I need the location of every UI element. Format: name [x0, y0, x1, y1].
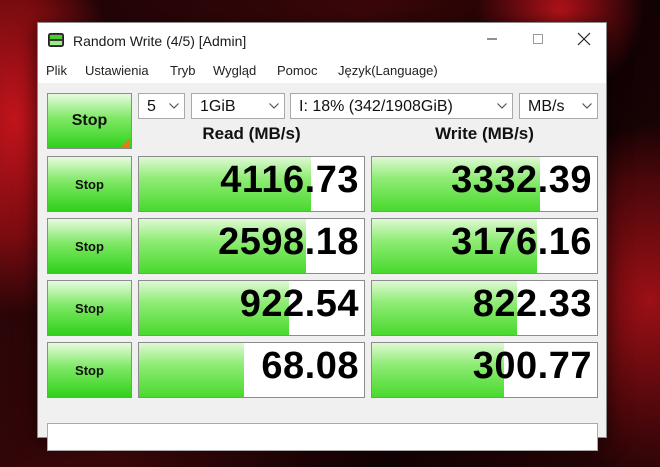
drive-value: I: 18% (342/1908GiB) — [299, 98, 453, 115]
row-1-write-value: 3332.39 — [451, 159, 592, 201]
close-icon — [577, 32, 591, 51]
row-4-write-cell: 300.77 — [371, 342, 598, 398]
row-1-stop-button[interactable]: Stop — [47, 156, 132, 212]
minimize-icon — [486, 32, 498, 50]
drive-select[interactable]: I: 18% (342/1908GiB) — [290, 93, 513, 119]
row-2-write-value: 3176.16 — [451, 221, 592, 263]
row-3-write-cell: 822.33 — [371, 280, 598, 336]
test-size-select[interactable]: 1GiB — [191, 93, 285, 119]
row-3-write-value: 822.33 — [472, 283, 592, 325]
row-3-stop-label: Stop — [75, 300, 104, 316]
menu-plik[interactable]: Plik — [46, 63, 67, 78]
row-2-stop-label: Stop — [75, 238, 104, 254]
chevron-down-icon — [577, 94, 597, 118]
maximize-button[interactable] — [515, 23, 561, 59]
test-size-value: 1GiB — [200, 98, 236, 115]
row-4-read-value: 68.08 — [261, 345, 359, 387]
read-header: Read (MB/s) — [202, 124, 301, 143]
row-3-read-value: 922.54 — [239, 283, 359, 325]
menu-tryb[interactable]: Tryb — [170, 63, 196, 78]
window-title: Random Write (4/5) [Admin] — [73, 33, 247, 49]
row-4-read-cell: 68.08 — [138, 342, 365, 398]
corner-marker — [121, 138, 130, 147]
stop-all-label: Stop — [71, 112, 108, 129]
row-1-read-cell: 4116.73 — [138, 156, 365, 212]
row-4-stop-label: Stop — [75, 362, 104, 378]
menu-pomoc[interactable]: Pomoc — [277, 63, 317, 78]
menu-jezyk[interactable]: Język(Language) — [338, 63, 438, 78]
row-4-stop-button[interactable]: Stop — [47, 342, 132, 398]
app-icon — [48, 33, 64, 47]
status-bar — [47, 423, 598, 451]
row-1-write-cell: 3332.39 — [371, 156, 598, 212]
chevron-down-icon — [264, 94, 284, 118]
chevron-down-icon — [492, 94, 512, 118]
write-header: Write (MB/s) — [435, 124, 534, 143]
app-window: Random Write (4/5) [Admin] Plik Ustawien… — [37, 22, 607, 451]
close-button[interactable] — [561, 23, 607, 59]
test-count-value: 5 — [147, 98, 156, 115]
unit-select[interactable]: MB/s — [519, 93, 598, 119]
row-2-write-cell: 3176.16 — [371, 218, 598, 274]
minimize-button[interactable] — [469, 23, 515, 59]
row-4-read-bar — [139, 343, 244, 397]
row-1-stop-label: Stop — [75, 176, 104, 192]
title-bar[interactable]: Random Write (4/5) [Admin] — [38, 23, 606, 59]
stop-all-button[interactable]: Stop — [47, 93, 132, 149]
row-2-read-cell: 2598.18 — [138, 218, 365, 274]
menu-bar: Plik Ustawienia Tryb Wygląd Pomoc Język(… — [38, 59, 606, 83]
maximize-icon — [532, 32, 544, 50]
row-2-read-value: 2598.18 — [218, 221, 359, 263]
row-4-write-value: 300.77 — [472, 345, 592, 387]
row-3-stop-button[interactable]: Stop — [47, 280, 132, 336]
benchmark-panel: Stop 5 1GiB I: 18% (342/1908GiB) MB/s Re… — [38, 83, 606, 451]
menu-ustawienia[interactable]: Ustawienia — [85, 63, 149, 78]
row-3-read-cell: 922.54 — [138, 280, 365, 336]
unit-value: MB/s — [528, 98, 565, 115]
row-2-stop-button[interactable]: Stop — [47, 218, 132, 274]
test-count-select[interactable]: 5 — [138, 93, 185, 119]
row-1-read-value: 4116.73 — [220, 159, 359, 201]
chevron-down-icon — [164, 94, 184, 118]
menu-wyglad[interactable]: Wygląd — [213, 63, 256, 78]
